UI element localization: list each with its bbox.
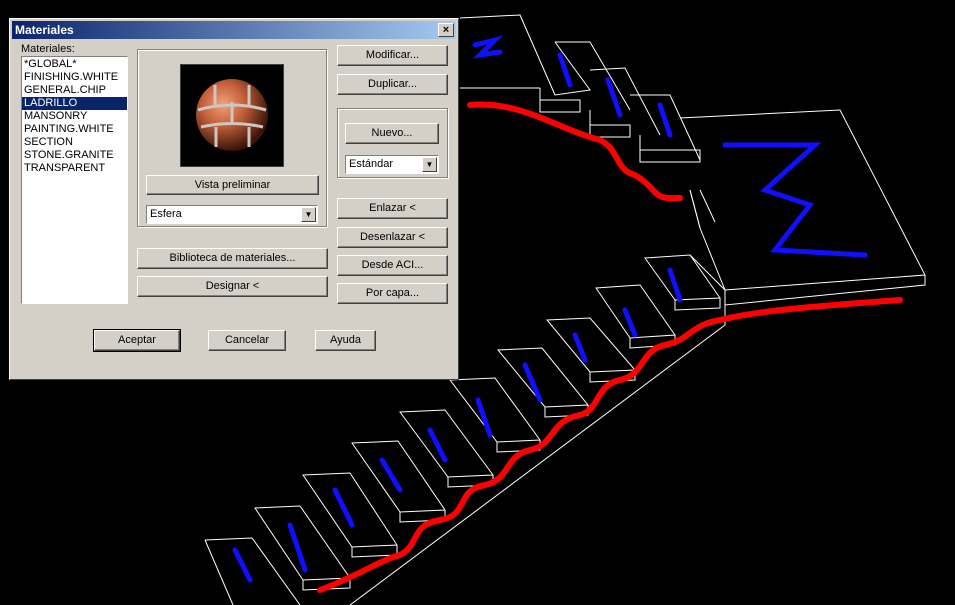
list-item[interactable]: TRANSPARENT	[22, 162, 127, 175]
close-icon[interactable]: ×	[438, 23, 454, 37]
materials-library-button[interactable]: Biblioteca de materiales...	[137, 248, 328, 269]
list-item[interactable]: *GLOBAL*	[22, 58, 127, 71]
dialog-title: Materiales	[15, 23, 74, 37]
list-item[interactable]: SECTION	[22, 136, 127, 149]
list-item-selected[interactable]: LADRILLO	[22, 97, 127, 110]
cancel-button[interactable]: Cancelar	[208, 330, 286, 351]
preview-shape-select[interactable]: Esfera ▼	[146, 205, 318, 224]
list-item[interactable]: GENERAL.CHIP	[22, 84, 127, 97]
material-type-select[interactable]: Estándar ▼	[345, 155, 439, 174]
preview-button[interactable]: Vista preliminar	[146, 175, 319, 195]
by-layer-button[interactable]: Por capa...	[337, 283, 448, 304]
materials-label: Materiales:	[21, 43, 75, 55]
ok-button[interactable]: Aceptar	[93, 329, 181, 352]
detach-button[interactable]: Desenlazar <	[337, 227, 448, 248]
list-item[interactable]: MANSONRY	[22, 110, 127, 123]
dialog-titlebar[interactable]: Materiales ×	[12, 21, 456, 39]
materials-dialog: Materiales × Materiales: *GLOBAL* FINISH…	[9, 18, 459, 380]
attach-button[interactable]: Enlazar <	[337, 198, 448, 219]
chevron-down-icon[interactable]: ▼	[422, 157, 437, 172]
by-aci-button[interactable]: Desde ACI...	[337, 255, 448, 276]
chevron-down-icon[interactable]: ▼	[301, 207, 316, 222]
material-type-value: Estándar	[349, 158, 394, 170]
modify-button[interactable]: Modificar...	[337, 45, 448, 66]
help-button[interactable]: Ayuda	[315, 330, 376, 351]
assign-button[interactable]: Designar <	[137, 276, 328, 297]
list-item[interactable]: PAINTING.WHITE	[22, 123, 127, 136]
material-preview	[180, 64, 284, 167]
new-button[interactable]: Nuevo...	[345, 123, 439, 144]
list-item[interactable]: FINISHING.WHITE	[22, 71, 127, 84]
duplicate-button[interactable]: Duplicar...	[337, 74, 448, 95]
materials-list[interactable]: *GLOBAL* FINISHING.WHITE GENERAL.CHIP LA…	[21, 56, 128, 304]
preview-shape-value: Esfera	[150, 208, 182, 220]
list-item[interactable]: STONE.GRANITE	[22, 149, 127, 162]
brick-sphere-preview	[196, 79, 268, 151]
